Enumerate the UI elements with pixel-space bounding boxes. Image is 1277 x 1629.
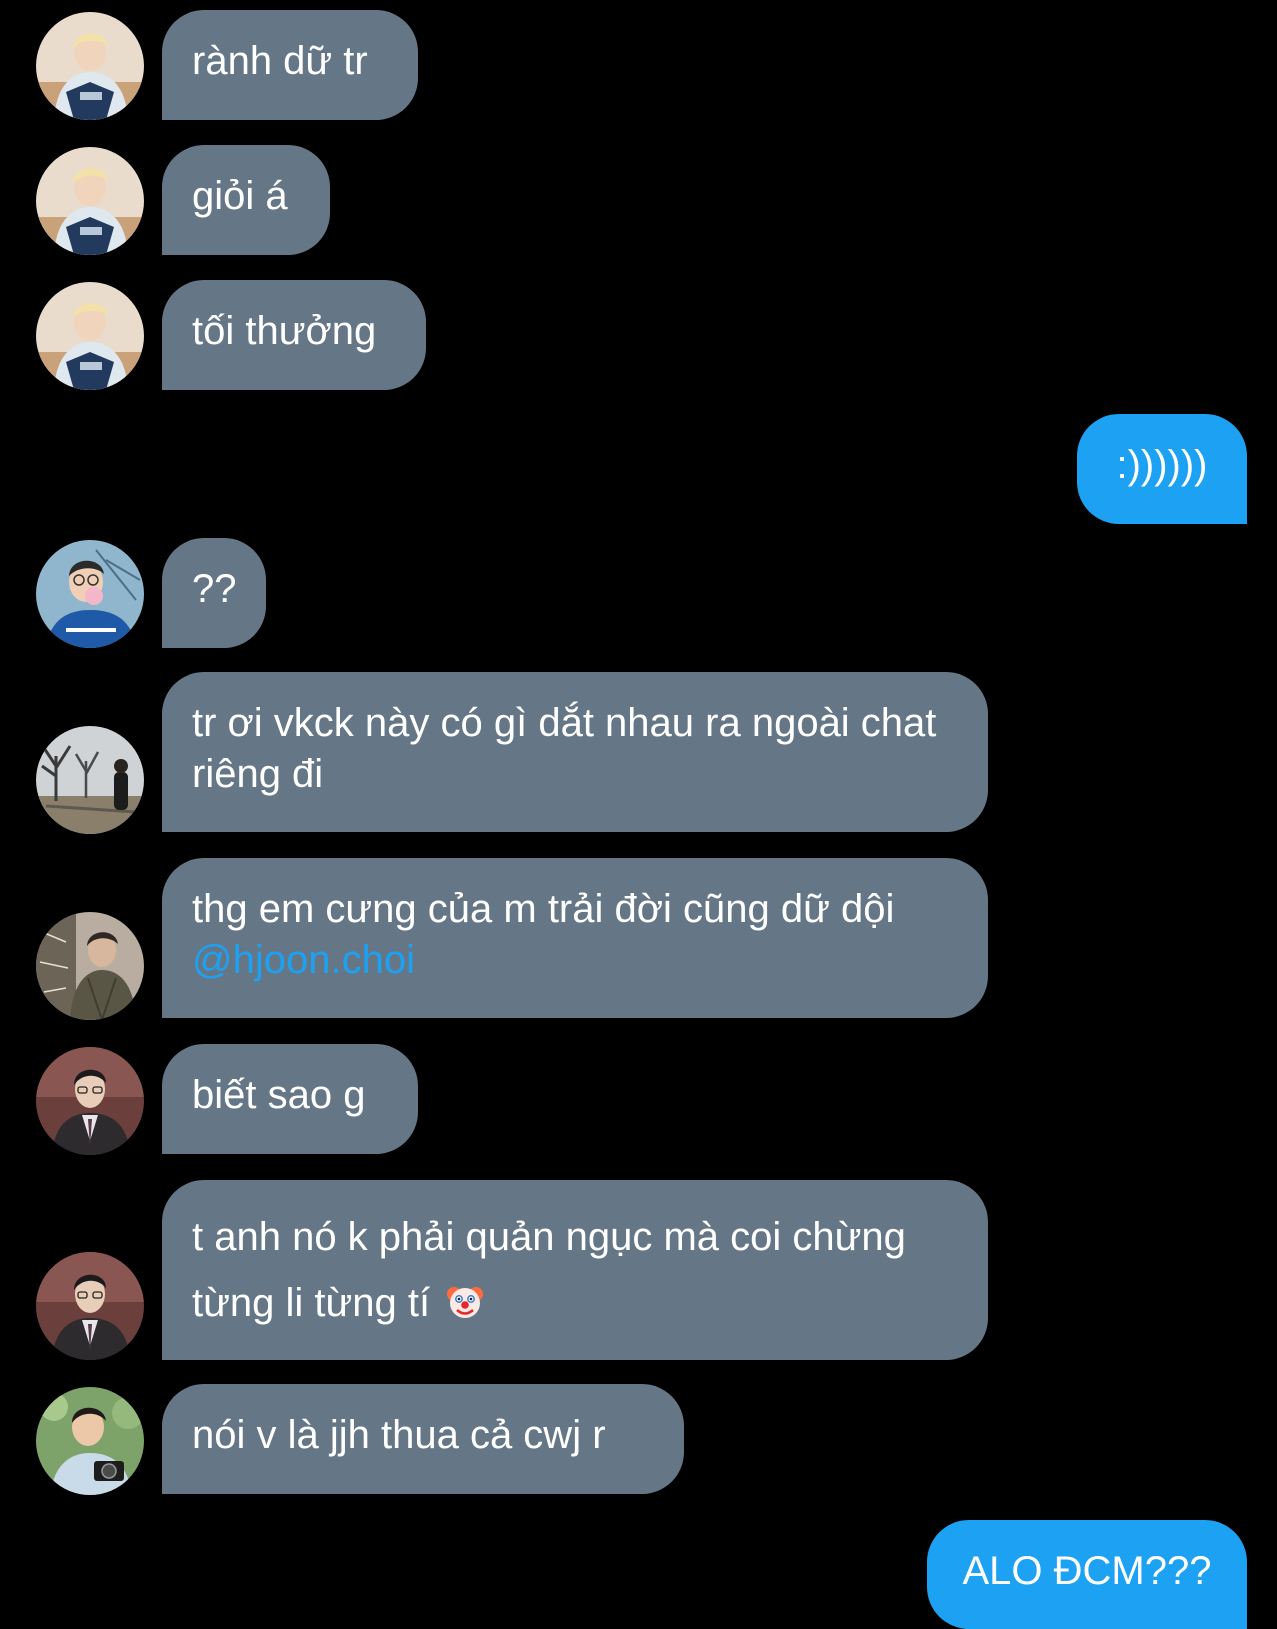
message-text: tối thưởng [192, 309, 377, 353]
avatar-blond-hoodie[interactable] [36, 147, 144, 255]
avatar-bubblegum-glasses-image [36, 540, 144, 648]
message-text: biết sao g [192, 1073, 366, 1117]
message-bubble-incoming[interactable]: t anh nó k phải quản ngục mà coi chừng t… [162, 1180, 988, 1360]
avatar-suit-glasses-image [36, 1047, 144, 1155]
message-bubble-incoming[interactable]: giỏi á [162, 145, 330, 255]
message-text: ALO ĐCM??? [962, 1549, 1212, 1593]
message-bubble-incoming[interactable]: rành dữ tr [162, 10, 418, 120]
avatar-suit-glasses[interactable] [36, 1047, 144, 1155]
avatar-blond-hoodie[interactable] [36, 12, 144, 120]
avatar-park-trees-image [36, 726, 144, 834]
avatar-denim-jacket-image [36, 912, 144, 1020]
avatar-blond-hoodie-image [36, 147, 144, 255]
avatar-blond-hoodie-image [36, 282, 144, 390]
avatar-bubblegum-glasses[interactable] [36, 540, 144, 648]
message-bubble-incoming[interactable]: nói v là jjh thua cả cwj r [162, 1384, 684, 1494]
message-text: ?? [192, 567, 237, 611]
message-text: :)))))) [1116, 443, 1208, 487]
avatar-blond-hoodie-image [36, 12, 144, 120]
message-bubble-incoming[interactable]: tối thưởng [162, 280, 426, 390]
avatar-suit-glasses-image [36, 1252, 144, 1360]
message-text: nói v là jjh thua cả cwj r [192, 1413, 606, 1457]
avatar-camera-man-image [36, 1387, 144, 1495]
message-bubble-incoming[interactable]: tr ơi vkck này có gì dắt nhau ra ngoài c… [162, 672, 988, 832]
message-text: tr ơi vkck này có gì dắt nhau ra ngoài c… [192, 701, 937, 796]
message-bubble-outgoing[interactable]: :)))))) [1077, 414, 1247, 524]
avatar-park-trees[interactable] [36, 726, 144, 834]
avatar-blond-hoodie[interactable] [36, 282, 144, 390]
message-bubble-incoming[interactable]: ?? [162, 538, 266, 648]
message-text: t anh nó k phải quản ngục mà coi chừng t… [192, 1215, 906, 1325]
message-text: thg em cưng của m trải đời cũng dữ dội [192, 887, 895, 931]
avatar-camera-man[interactable] [36, 1387, 144, 1495]
avatar-suit-glasses[interactable] [36, 1252, 144, 1360]
mention-link[interactable]: @hjoon.choi [192, 938, 415, 982]
message-bubble-incoming[interactable]: biết sao g [162, 1044, 418, 1154]
message-bubble-outgoing[interactable]: ALO ĐCM??? [927, 1520, 1247, 1629]
message-text: rành dữ tr [192, 39, 368, 83]
message-bubble-incoming[interactable]: thg em cưng của m trải đời cũng dữ dội @… [162, 858, 988, 1018]
message-text: giỏi á [192, 174, 288, 218]
avatar-denim-jacket[interactable] [36, 912, 144, 1020]
clown-face-emoji-icon [447, 1287, 484, 1318]
